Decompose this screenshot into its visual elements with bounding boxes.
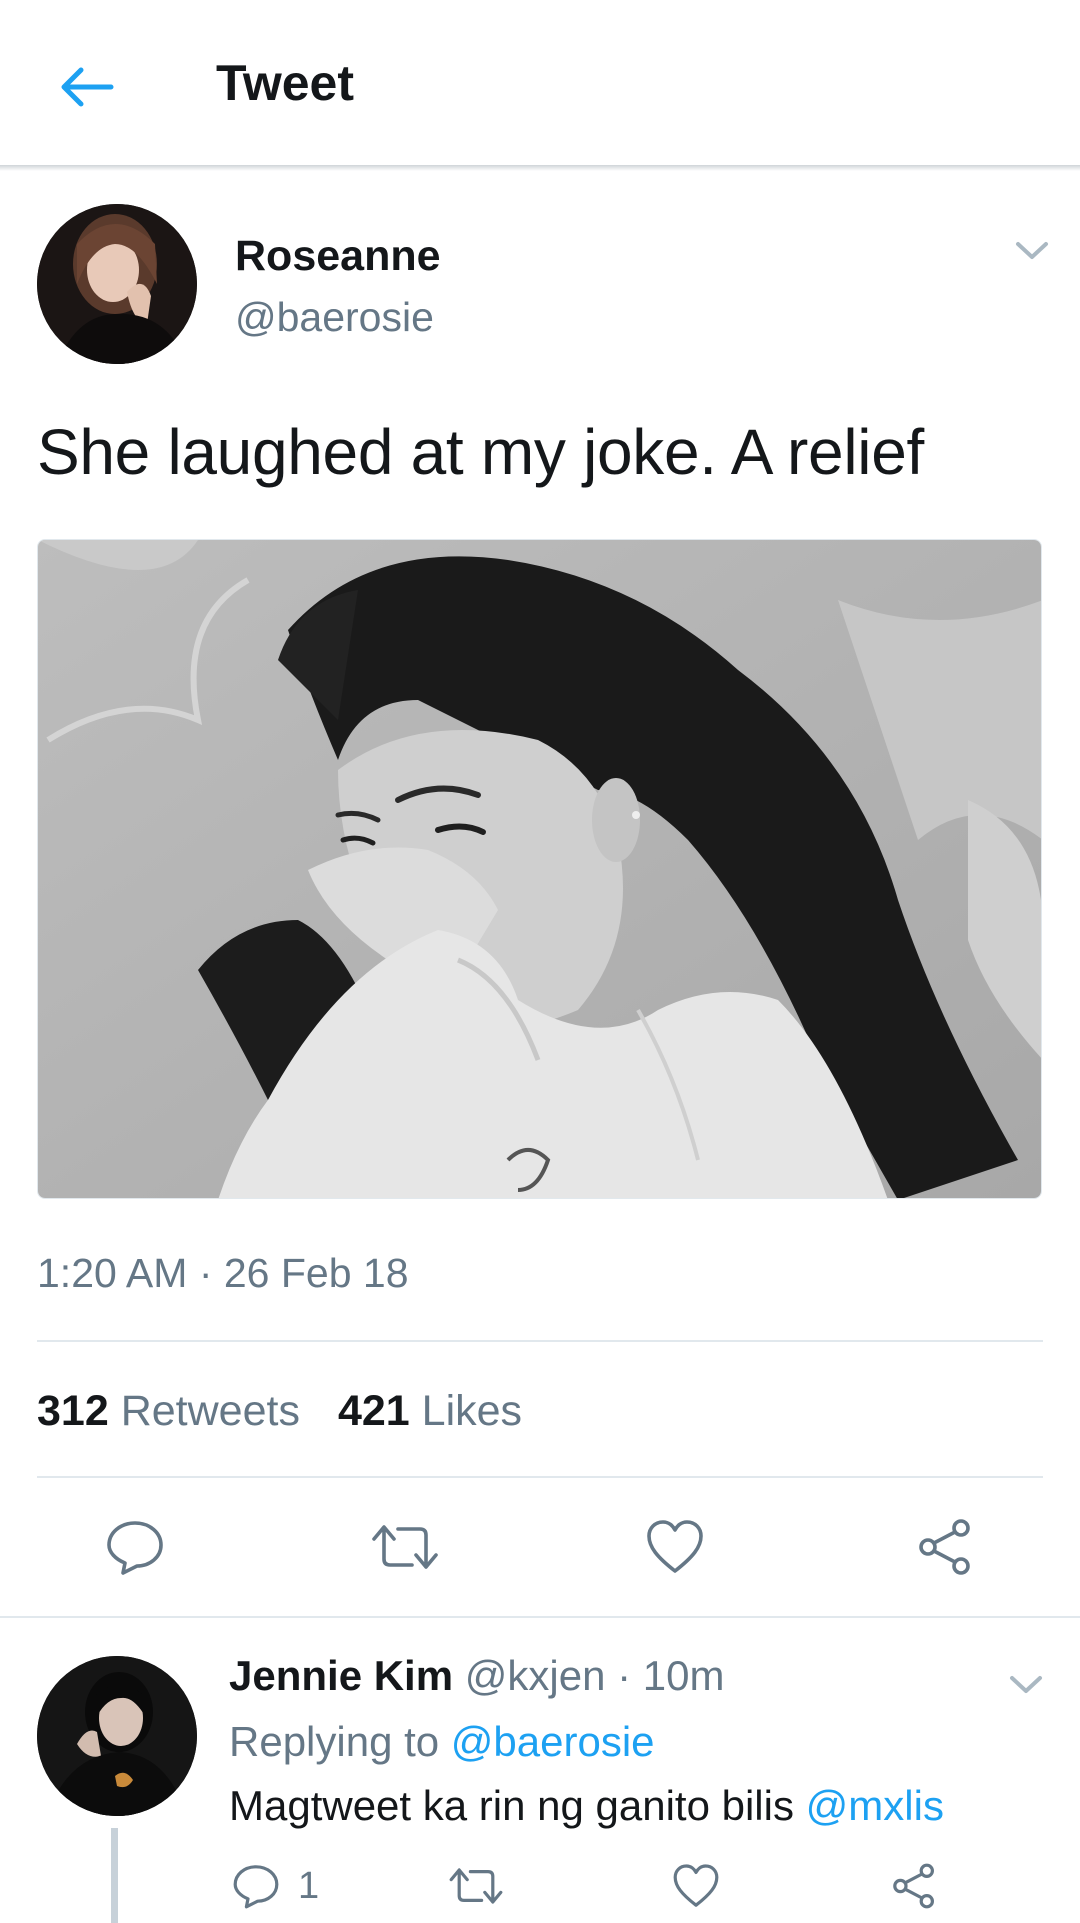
author-handle[interactable]: @baerosie [235, 292, 434, 342]
like-icon [673, 1864, 719, 1907]
like-icon [647, 1520, 703, 1573]
divider [37, 1476, 1043, 1478]
share-icon [893, 1863, 934, 1909]
reply-header: Jennie Kim @kxjen · 10m [229, 1648, 724, 1704]
reply-author-name[interactable]: Jennie Kim [229, 1652, 453, 1699]
reply-share-button[interactable] [890, 1856, 938, 1916]
reply-icon [233, 1865, 279, 1909]
retweet-icon [449, 1868, 503, 1904]
reply-icon [107, 1521, 163, 1575]
likes-stat[interactable]: 421 Likes [338, 1387, 522, 1435]
replying-to: Replying to @baerosie [229, 1714, 655, 1770]
replying-to-label: Replying to [229, 1718, 440, 1765]
tweet-text: She laughed at my joke. A relief [37, 416, 924, 488]
like-button[interactable] [640, 1512, 710, 1582]
tweet-photo[interactable] [37, 539, 1042, 1199]
reply-like-button[interactable] [672, 1856, 720, 1916]
replying-to-handle[interactable]: @baerosie [451, 1718, 655, 1765]
reply-author-avatar[interactable] [37, 1656, 197, 1816]
chevron-down-icon [1016, 242, 1048, 259]
back-arrow-icon [61, 67, 114, 107]
reply-meta: @kxjen · 10m [464, 1652, 725, 1699]
reply-options-button[interactable] [1006, 1666, 1046, 1702]
share-icon [919, 1519, 970, 1575]
divider [0, 1616, 1080, 1618]
retweet-icon [372, 1525, 438, 1569]
likes-count: 421 [337, 1387, 410, 1435]
reply-body: Magtweet ka rin ng ganito bilis [229, 1782, 794, 1829]
back-button[interactable] [52, 52, 122, 122]
tweet-options-button[interactable] [1012, 232, 1052, 268]
chevron-down-icon [1010, 1676, 1042, 1693]
likes-label: Likes [421, 1387, 523, 1435]
author-name[interactable]: Roseanne [235, 231, 441, 281]
header-shadow [0, 165, 1080, 171]
reply-mention[interactable]: @mxlis [806, 1782, 944, 1829]
page-title: Tweet [216, 55, 354, 111]
tweet-stats: 312 Retweets 421 Likes [37, 1384, 522, 1438]
retweets-count: 312 [37, 1387, 109, 1435]
author-avatar[interactable] [37, 204, 197, 364]
reply-button[interactable] [100, 1512, 170, 1582]
retweets-stat[interactable]: 312 Retweets [37, 1387, 300, 1435]
reply-reply-count: 1 [298, 1864, 320, 1907]
divider [37, 1340, 1043, 1342]
tweet-timestamp: 1:20 AM · 26 Feb 18 [37, 1250, 409, 1296]
reply-reply-button[interactable]: 1 [232, 1856, 319, 1916]
top-bar: Tweet [0, 0, 1080, 166]
thread-line [111, 1828, 118, 1923]
reply-retweet-button[interactable] [448, 1856, 504, 1916]
share-button[interactable] [910, 1512, 980, 1582]
retweets-label: Retweets [120, 1387, 300, 1435]
reply-text: Magtweet ka rin ng ganito bilis @mxlis [229, 1778, 944, 1834]
retweet-button[interactable] [370, 1512, 440, 1582]
